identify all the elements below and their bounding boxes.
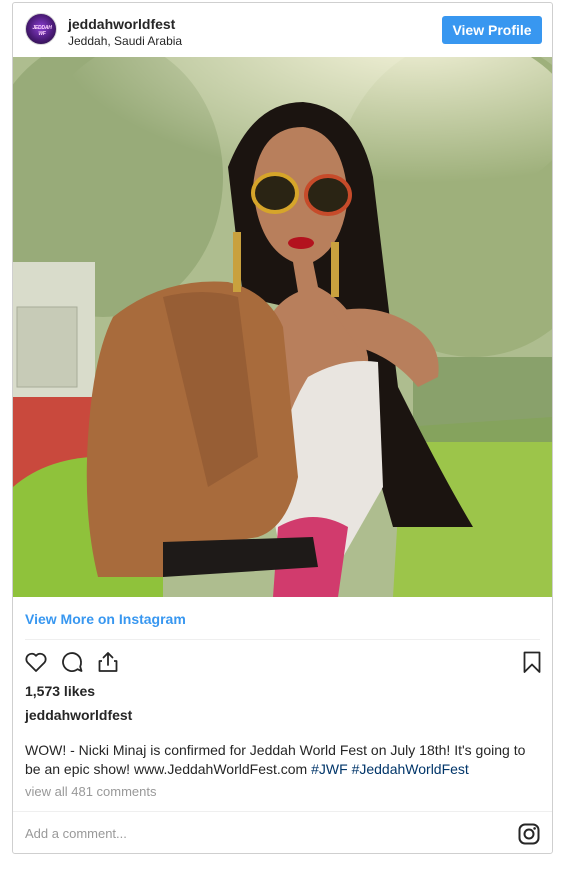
view-more-on-instagram-link[interactable]: View More on Instagram (25, 611, 186, 627)
location[interactable]: Jeddah, Saudi Arabia (68, 34, 182, 48)
post-photo[interactable] (13, 57, 552, 597)
share-icon[interactable] (95, 649, 121, 675)
instagram-embed-card: JEDDAH WF jeddahworldfest Jeddah, Saudi … (12, 2, 553, 854)
post-image (13, 57, 552, 597)
instagram-icon[interactable] (518, 823, 540, 845)
avatar[interactable]: JEDDAH WF (25, 13, 57, 45)
hashtag-link[interactable]: #JeddahWorldFest (352, 761, 469, 777)
bookmark-icon[interactable] (519, 649, 545, 675)
divider (25, 639, 540, 640)
post-header: JEDDAH WF jeddahworldfest Jeddah, Saudi … (13, 3, 552, 57)
caption-author[interactable]: jeddahworldfest (25, 707, 132, 723)
view-profile-button[interactable]: View Profile (442, 16, 542, 44)
add-comment-field[interactable]: Add a comment... (25, 826, 127, 841)
username[interactable]: jeddahworldfest (68, 16, 175, 32)
avatar-logo-text: JEDDAH WF (32, 25, 52, 37)
hashtag-link[interactable]: #JWF (311, 761, 348, 777)
comment-icon[interactable] (59, 649, 85, 675)
divider (13, 811, 552, 812)
heart-icon[interactable] (23, 649, 49, 675)
caption: WOW! - Nicki Minaj is confirmed for Jedd… (25, 741, 537, 779)
view-all-comments-link[interactable]: view all 481 comments (25, 784, 157, 799)
likes-count[interactable]: 1,573 likes (25, 683, 95, 699)
